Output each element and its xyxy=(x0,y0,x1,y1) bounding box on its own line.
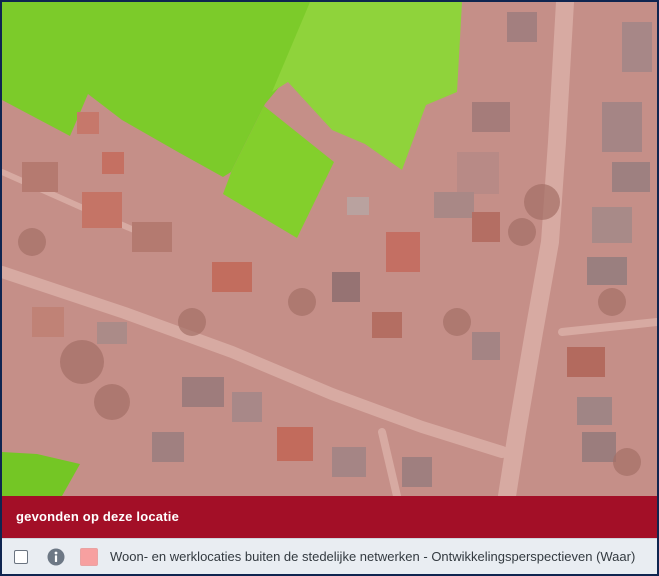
building xyxy=(332,447,366,477)
building xyxy=(587,257,627,285)
building xyxy=(457,152,499,194)
building xyxy=(277,427,313,461)
building xyxy=(434,192,474,218)
info-icon[interactable] xyxy=(47,548,65,566)
result-header: gevonden op deze locatie xyxy=(2,496,657,538)
building xyxy=(507,12,537,42)
map-canvas[interactable] xyxy=(2,2,657,496)
building xyxy=(622,22,652,72)
building xyxy=(592,207,632,243)
building xyxy=(182,377,224,407)
building xyxy=(577,397,612,425)
building xyxy=(372,312,402,338)
building xyxy=(77,112,99,134)
building xyxy=(612,162,650,192)
legend-label: Woon- en werklocaties buiten de stedelij… xyxy=(110,549,636,564)
building xyxy=(402,457,432,487)
building xyxy=(472,212,500,242)
building xyxy=(132,222,172,252)
building xyxy=(386,232,420,272)
building xyxy=(332,272,360,302)
building xyxy=(212,262,252,292)
building xyxy=(32,307,64,337)
building xyxy=(472,332,500,360)
building xyxy=(472,102,510,132)
building xyxy=(152,432,184,462)
building xyxy=(567,347,605,377)
layer-checkbox[interactable] xyxy=(14,549,28,564)
info-icon-graphic xyxy=(47,548,65,565)
legend-item: Woon- en werklocaties buiten de stedelij… xyxy=(2,538,657,574)
building xyxy=(232,392,262,422)
building xyxy=(22,162,58,192)
layer-color-swatch xyxy=(80,547,98,566)
building xyxy=(97,322,127,344)
building xyxy=(582,432,616,462)
building xyxy=(602,102,642,152)
identify-panel: gevonden op deze locatie Woon- en werklo… xyxy=(0,0,659,576)
building xyxy=(347,197,369,215)
building xyxy=(102,152,124,174)
building xyxy=(82,192,122,228)
map-view[interactable] xyxy=(2,2,657,496)
